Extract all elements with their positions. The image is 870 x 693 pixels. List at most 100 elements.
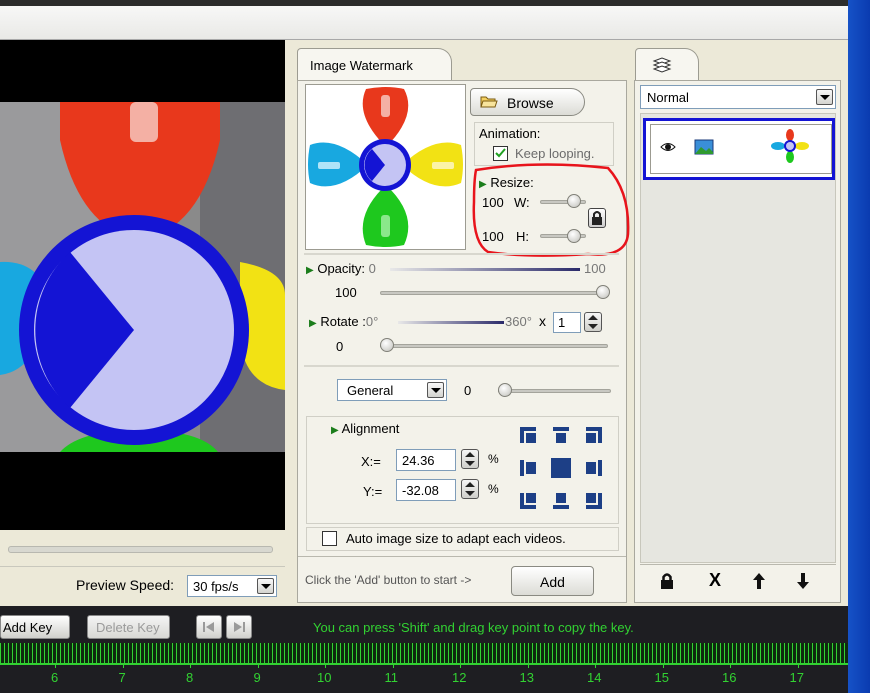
preview-speed-value: 30 fps/s [193, 579, 239, 594]
opacity-row: ▶ Opacity: 0 [306, 261, 376, 276]
opacity-label: Opacity: [317, 261, 366, 276]
opacity-min: 0 [368, 261, 376, 276]
timeline-tick-label: 16 [722, 670, 737, 685]
mode-slider-value: 0 [464, 383, 472, 398]
browse-button[interactable]: Browse [470, 88, 585, 116]
timeline-tick-mark [527, 663, 529, 668]
add-label: Add [540, 574, 565, 590]
timeline-ruler: 6 7 8 9 10 11 12 13 14 15 16 17 [0, 663, 848, 693]
x-value: 24.36 [402, 453, 435, 468]
layer-item[interactable] [643, 118, 835, 180]
timeline-tick-label: 12 [452, 670, 467, 685]
y-value: -32.08 [402, 483, 439, 498]
browse-label: Browse [507, 95, 554, 111]
timeline-tick-label: 8 [186, 670, 194, 685]
blend-mode-select[interactable]: Normal [640, 85, 836, 109]
opacity-gradient [390, 268, 580, 271]
x-input[interactable]: 24.36 [396, 449, 456, 471]
rotate-gradient [398, 321, 504, 324]
checkmark-icon [495, 148, 506, 158]
move-up-icon[interactable] [752, 572, 766, 593]
layer-list [640, 113, 836, 563]
timeline-tick-label: 9 [253, 670, 261, 685]
timeline-tick-mark [730, 663, 731, 668]
alignment-grid[interactable] [518, 425, 604, 511]
rotate-multiplier-value: 1 [558, 315, 566, 330]
chevron-down-icon [816, 89, 833, 105]
resize-annotation-outline [472, 163, 630, 257]
x-spinner[interactable] [461, 449, 479, 469]
rotate-min: 0° [365, 314, 379, 329]
animation-group: Animation: Keep looping. [474, 122, 614, 166]
opacity-slider[interactable] [380, 291, 608, 295]
rotate-row: ▶ Rotate :0° [309, 314, 378, 329]
delete-icon[interactable]: X [709, 570, 721, 591]
rotate-multiplier-input[interactable]: 1 [553, 312, 581, 333]
timeline-tick-mark [257, 663, 259, 668]
delete-key-button[interactable]: Delete Key [87, 615, 170, 639]
rotate-multiplier-spinner[interactable] [584, 312, 602, 332]
opacity-value: 100 [335, 285, 357, 300]
auto-size-checkbox[interactable] [322, 531, 337, 546]
opacity-slider-thumb[interactable] [596, 285, 610, 299]
folder-icon [480, 95, 498, 112]
watermark-preview-image [0, 102, 285, 452]
expand-triangle-icon: ▶ [309, 318, 317, 329]
y-input[interactable]: -32.08 [396, 479, 456, 501]
timeline-tick-mark [122, 663, 124, 668]
tab-layers[interactable] [635, 48, 699, 82]
mode-value: General [347, 383, 394, 398]
window-toolbar [0, 0, 848, 40]
timeline-tick-mark [55, 663, 56, 668]
mode-slider-thumb[interactable] [498, 383, 512, 397]
lock-icon[interactable] [660, 572, 674, 593]
keep-looping-checkbox[interactable] [493, 146, 508, 161]
layers-icon [652, 57, 672, 76]
preview-speed-select[interactable]: 30 fps/s [187, 575, 277, 597]
timeline-tick-label: 14 [587, 670, 602, 685]
rotate-slider[interactable] [380, 344, 608, 348]
spinner-arrows-icon [588, 315, 598, 329]
timeline-track[interactable] [0, 643, 848, 663]
spinner-arrows-icon [465, 452, 475, 466]
tab-image-watermark[interactable]: Image Watermark [297, 48, 452, 82]
window-title-strip [0, 0, 848, 6]
alignment-grid-icon [520, 427, 602, 509]
timeline-tick-mark [797, 663, 799, 668]
preview-scrollbar[interactable] [8, 546, 273, 553]
blend-mode-value: Normal [647, 90, 689, 105]
watermark-thumbnail [305, 84, 466, 250]
timeline-tick-mark [190, 663, 191, 668]
timeline-tick-mark [460, 663, 461, 668]
animation-label: Animation: [479, 126, 541, 141]
video-preview[interactable] [0, 40, 285, 530]
x-label: X:= [361, 454, 381, 469]
previous-key-button[interactable] [196, 615, 222, 639]
tab-image-watermark-label: Image Watermark [310, 58, 413, 73]
flower-thumbnail-image [308, 87, 463, 247]
y-spinner[interactable] [461, 479, 479, 499]
timeline-tick-label: 6 [51, 670, 59, 685]
timeline-tick-mark [325, 663, 326, 668]
alignment-label: Alignment [341, 421, 400, 436]
rotate-max: 360° [505, 314, 532, 329]
eye-icon[interactable] [660, 141, 676, 156]
add-key-button[interactable]: Add Key [0, 615, 70, 639]
mode-slider[interactable] [498, 389, 611, 393]
move-down-icon[interactable] [796, 572, 810, 593]
desktop-edge [848, 0, 870, 693]
auto-size-label: Auto image size to adapt each videos. [346, 531, 566, 546]
next-key-button[interactable] [226, 615, 252, 639]
skip-back-icon [203, 622, 214, 632]
rotate-slider-thumb[interactable] [380, 338, 394, 352]
chevron-down-icon [427, 382, 444, 398]
rotate-multiply-symbol: x [539, 313, 546, 329]
x-percent: % [488, 452, 499, 466]
timeline-tick-label: 17 [789, 670, 804, 685]
image-layer-icon [694, 139, 714, 158]
add-key-label: Add Key [3, 620, 53, 635]
chevron-down-icon [257, 578, 274, 594]
mode-select[interactable]: General [337, 379, 447, 401]
add-button[interactable]: Add [511, 566, 594, 596]
timeline-tick-label: 13 [519, 670, 534, 685]
